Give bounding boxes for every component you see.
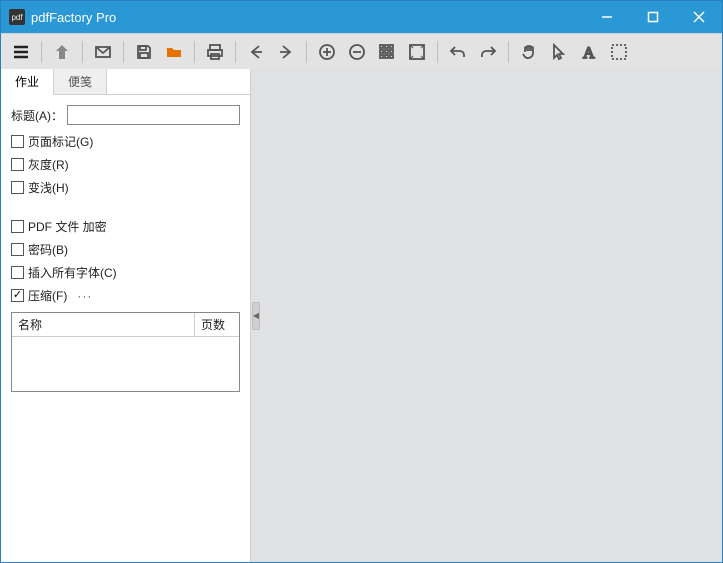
title-bar: pdf pdfFactory Pro — [1, 1, 722, 33]
checkbox-compress[interactable]: 压缩(F) ··· — [11, 287, 240, 304]
crop-tool-icon[interactable] — [605, 38, 633, 66]
checkbox-password[interactable]: 密码(B) — [11, 241, 240, 258]
redo-icon[interactable] — [474, 38, 502, 66]
zoom-out-icon[interactable] — [343, 38, 371, 66]
checkbox-label: PDF 文件 加密 — [28, 218, 107, 235]
hand-tool-icon[interactable] — [515, 38, 543, 66]
job-table: 名称 页数 — [11, 312, 240, 392]
open-icon[interactable] — [160, 38, 188, 66]
tab-notes[interactable]: 便笺 — [54, 69, 107, 94]
checkbox-icon[interactable] — [11, 266, 24, 279]
checkbox-label: 密码(B) — [28, 241, 68, 258]
panel-splitter[interactable] — [251, 69, 261, 562]
toolbar-separator — [123, 41, 124, 63]
toolbar-separator — [235, 41, 236, 63]
checkbox-label: 灰度(R) — [28, 156, 69, 173]
toolbar-separator — [437, 41, 438, 63]
maximize-button[interactable] — [630, 1, 676, 33]
toolbar-separator — [41, 41, 42, 63]
checkbox-icon[interactable] — [11, 243, 24, 256]
fit-page-icon[interactable] — [403, 38, 431, 66]
toolbar-separator — [306, 41, 307, 63]
checkbox-icon[interactable] — [11, 158, 24, 171]
compress-options-button[interactable]: ··· — [77, 289, 92, 303]
checkbox-icon[interactable] — [11, 220, 24, 233]
close-button[interactable] — [676, 1, 722, 33]
toolbar-separator — [194, 41, 195, 63]
toolbar-separator — [82, 41, 83, 63]
title-input[interactable] — [67, 105, 240, 125]
back-arrow-icon[interactable] — [242, 38, 270, 66]
print-icon[interactable] — [201, 38, 229, 66]
toolbar-separator — [508, 41, 509, 63]
panel-body: 标题(A)： 页面标记(G) 灰度(R) 变浅(H) — [1, 95, 250, 402]
col-pages[interactable]: 页数 — [195, 313, 239, 336]
svg-text:A: A — [583, 45, 595, 61]
col-name[interactable]: 名称 — [12, 313, 195, 336]
checkbox-embed-fonts[interactable]: 插入所有字体(C) — [11, 264, 240, 281]
grid-view-icon[interactable] — [373, 38, 401, 66]
checkbox-fade[interactable]: 变浅(H) — [11, 179, 240, 196]
checkbox-icon[interactable] — [11, 135, 24, 148]
checkbox-page-mark[interactable]: 页面标记(G) — [11, 133, 240, 150]
menu-button[interactable] — [7, 38, 35, 66]
minimize-button[interactable] — [584, 1, 630, 33]
preview-pane[interactable] — [261, 69, 722, 562]
tab-job[interactable]: 作业 — [1, 69, 54, 95]
checkbox-encrypt[interactable]: PDF 文件 加密 — [11, 218, 240, 235]
window-title: pdfFactory Pro — [31, 10, 116, 25]
title-label: 标题(A)： — [11, 107, 63, 124]
checkbox-label: 变浅(H) — [28, 179, 69, 196]
checkbox-label: 压缩(F) — [28, 287, 67, 304]
forward-arrow-icon[interactable] — [272, 38, 300, 66]
checkbox-label: 页面标记(G) — [28, 133, 93, 150]
checkbox-label: 插入所有字体(C) — [28, 264, 117, 281]
title-field-row: 标题(A)： — [11, 105, 240, 125]
pointer-tool-icon[interactable] — [545, 38, 573, 66]
text-tool-icon[interactable]: A — [575, 38, 603, 66]
pdf-icon[interactable] — [48, 38, 76, 66]
save-icon[interactable] — [130, 38, 158, 66]
side-panel: 作业 便笺 标题(A)： 页面标记(G) 灰度(R) 变浅( — [1, 69, 251, 562]
toolbar: A — [1, 33, 722, 69]
panel-tabs: 作业 便笺 — [1, 69, 250, 95]
checkbox-icon[interactable] — [11, 289, 24, 302]
app-icon: pdf — [9, 9, 25, 25]
checkbox-grayscale[interactable]: 灰度(R) — [11, 156, 240, 173]
zoom-in-icon[interactable] — [313, 38, 341, 66]
mail-icon[interactable] — [89, 38, 117, 66]
table-header: 名称 页数 — [12, 313, 239, 337]
collapse-handle-icon[interactable] — [252, 302, 260, 330]
checkbox-icon[interactable] — [11, 181, 24, 194]
app-window: pdf pdfFactory Pro — [0, 0, 723, 563]
content-area: 作业 便笺 标题(A)： 页面标记(G) 灰度(R) 变浅( — [1, 69, 722, 562]
undo-icon[interactable] — [444, 38, 472, 66]
